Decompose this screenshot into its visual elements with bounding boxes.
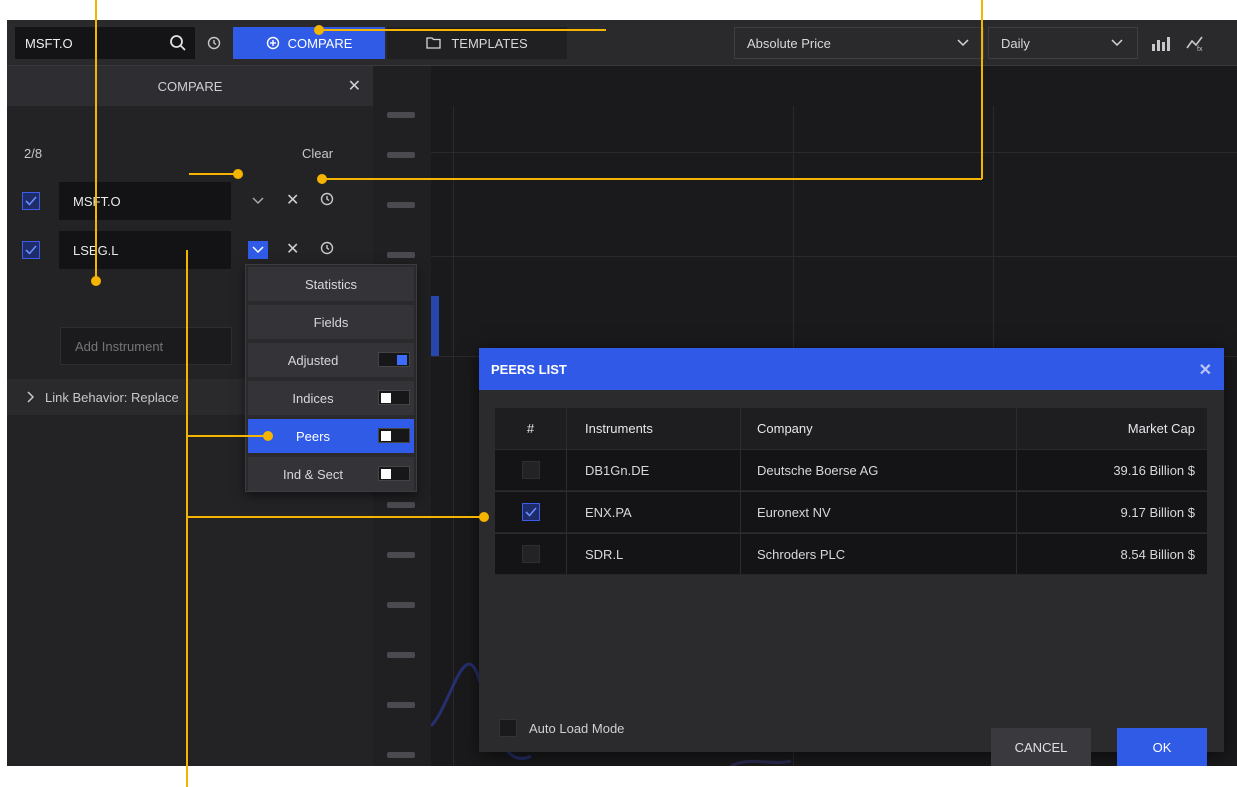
compare-button-label: COMPARE [287,35,353,51]
app-window: MSFT.O COMPARE TEMPLATES Absolute Price … [7,20,1237,766]
menu-item-label: Peers [296,428,330,444]
plus-circle-icon [266,36,279,50]
instrument-menu-toggle[interactable] [248,192,268,210]
table-header: # Instruments Company Market Cap [495,408,1207,449]
auto-load-option[interactable]: Auto Load Mode [499,719,624,737]
instrument-checkbox[interactable] [22,192,40,210]
compare-panel-header: COMPARE ✕ [7,66,373,106]
instrument-field[interactable]: LSEG.L [59,231,231,269]
table-row[interactable]: SDR.L Schroders PLC 8.54 Billion $ [495,534,1207,575]
compare-button[interactable]: COMPARE [233,27,385,59]
menu-item-ind-sect[interactable]: Ind & Sect [248,457,414,491]
row-market-cap: 9.17 Billion $ [1120,504,1195,520]
row-ric: DB1Gn.DE [585,462,650,478]
chevron-right-icon [27,391,35,403]
adjusted-toggle[interactable] [378,352,410,367]
row-ric: ENX.PA [585,504,632,520]
table-row[interactable]: DB1Gn.DE Deutsche Boerse AG 39.16 Billio… [495,450,1207,491]
cancel-button[interactable]: CANCEL [991,728,1091,766]
row-company: Euronext NV [757,504,831,520]
history-icon[interactable] [320,241,334,260]
add-instrument-input[interactable] [60,327,232,365]
instrument-row: MSFT.O ✕ [22,182,367,222]
instrument-count: 2/8 [24,146,43,161]
instrument-ric: LSEG.L [73,242,119,258]
chart-type-icon[interactable] [1150,34,1172,52]
ric-input-value: MSFT.O [25,35,73,51]
menu-item-label: Statistics [304,276,357,292]
menu-item-adjusted[interactable]: Adjusted [248,343,414,377]
clear-button[interactable]: Clear [302,146,333,161]
menu-item-peers[interactable]: Peers [248,419,414,453]
menu-item-statistics[interactable]: Statistics [248,267,414,301]
folder-icon [426,37,441,49]
instrument-field[interactable]: MSFT.O [59,182,231,220]
remove-icon[interactable]: ✕ [286,190,299,210]
auto-load-checkbox[interactable] [499,719,517,737]
menu-item-fields[interactable]: Fields [248,305,414,339]
templates-button-label: TEMPLATES [451,35,528,51]
row-company: Deutsche Boerse AG [757,462,879,478]
menu-item-label: Adjusted [287,352,339,368]
column-header[interactable]: Instruments [585,421,653,436]
history-icon[interactable] [207,35,223,51]
instrument-ric: MSFT.O [73,193,121,209]
close-icon[interactable]: ✕ [348,76,361,96]
compare-panel-title: COMPARE [157,78,223,94]
frequency-select[interactable]: Daily [988,27,1138,59]
ok-button[interactable]: OK [1117,728,1207,766]
menu-item-indices[interactable]: Indices [248,381,414,415]
table-row[interactable]: ENX.PA Euronext NV 9.17 Billion $ [495,492,1207,533]
chevron-down-icon [252,246,264,254]
row-company: Schroders PLC [757,546,846,562]
instrument-checkbox[interactable] [22,241,40,259]
menu-item-label: Fields [313,314,349,330]
menu-item-label: Ind & Sect [283,466,343,482]
row-market-cap: 8.54 Billion $ [1120,546,1195,562]
search-icon[interactable] [169,34,187,52]
row-checkbox[interactable] [521,461,540,479]
peers-dialog-header: PEERS LIST ✕ [479,348,1224,390]
peers-dialog-title: PEERS LIST [491,361,567,377]
chevron-down-icon [957,39,969,47]
chevron-down-icon [1111,39,1123,47]
ric-input[interactable]: MSFT.O [15,27,195,59]
row-market-cap: 39.16 Billion $ [1113,462,1195,478]
column-header[interactable]: Market Cap [1128,421,1195,436]
frequency-value: Daily [1001,35,1030,51]
column-header[interactable]: Company [757,421,813,436]
indicator-icon[interactable]: fx [1185,34,1205,52]
peers-toggle[interactable] [378,428,410,443]
link-behavior-label: Link Behavior: Replace [45,389,179,405]
indices-toggle[interactable] [378,390,410,405]
history-icon[interactable] [320,192,334,211]
auto-load-label: Auto Load Mode [529,720,625,736]
instrument-options-menu: Statistics Fields Adjusted Indices Peers… [245,264,417,492]
toolbar: MSFT.O COMPARE TEMPLATES Absolute Price … [7,20,1237,66]
chevron-down-icon [252,197,264,205]
column-header: # [526,421,535,436]
price-type-value: Absolute Price [747,35,831,51]
instrument-menu-toggle[interactable] [248,241,268,259]
row-ric: SDR.L [585,546,624,562]
row-checkbox[interactable] [521,545,540,563]
close-icon[interactable]: ✕ [1199,360,1212,380]
remove-icon[interactable]: ✕ [286,239,299,259]
price-type-select[interactable]: Absolute Price [734,27,984,59]
ind-sect-toggle[interactable] [378,466,410,481]
axis-marker [431,296,439,356]
row-checkbox[interactable] [521,503,540,521]
svg-text:fx: fx [1197,46,1203,52]
templates-button[interactable]: TEMPLATES [387,27,567,59]
menu-item-label: Indices [292,390,334,406]
peers-dialog: PEERS LIST ✕ # Instruments Company Marke… [479,348,1224,766]
